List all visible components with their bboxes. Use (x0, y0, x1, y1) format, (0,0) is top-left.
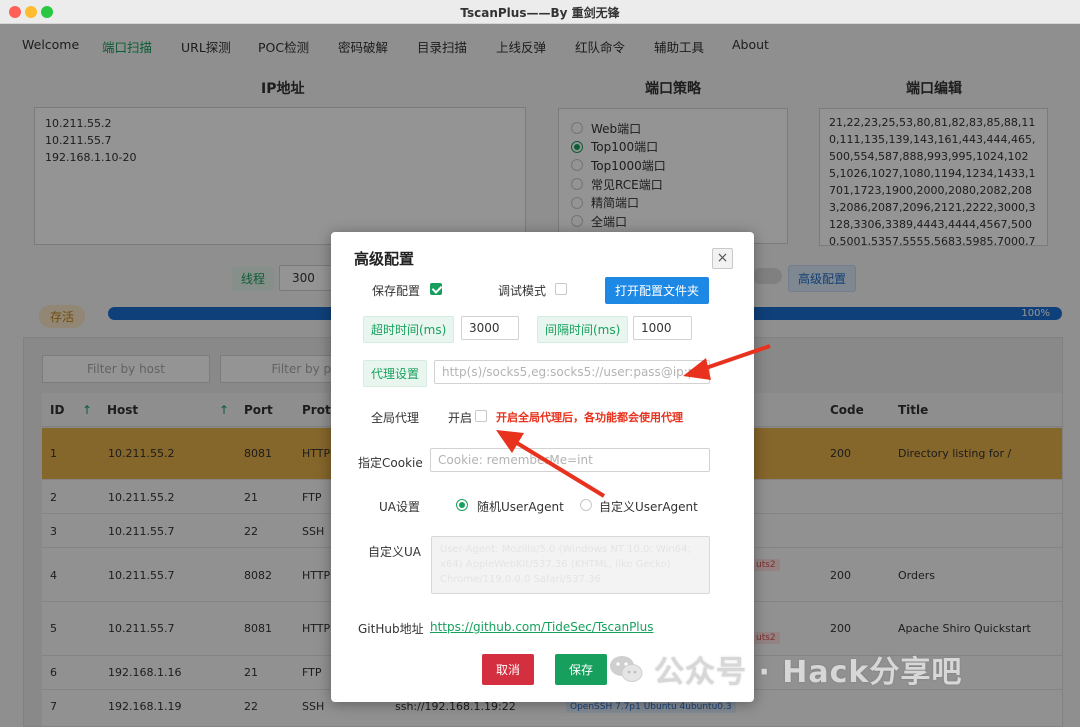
arrow-icon (683, 344, 771, 380)
watermark: 公众号 · Hack分享吧 (608, 639, 962, 699)
app-window: TscanPlus——By 重剑无锋 Welcome 端口扫描 URL探测 PO… (0, 0, 1080, 727)
arrow-icon (496, 430, 606, 498)
watermark-text: 公众号 · Hack分享吧 (654, 655, 963, 690)
wechat-icon (610, 656, 643, 682)
annotation-arrows (496, 344, 771, 498)
